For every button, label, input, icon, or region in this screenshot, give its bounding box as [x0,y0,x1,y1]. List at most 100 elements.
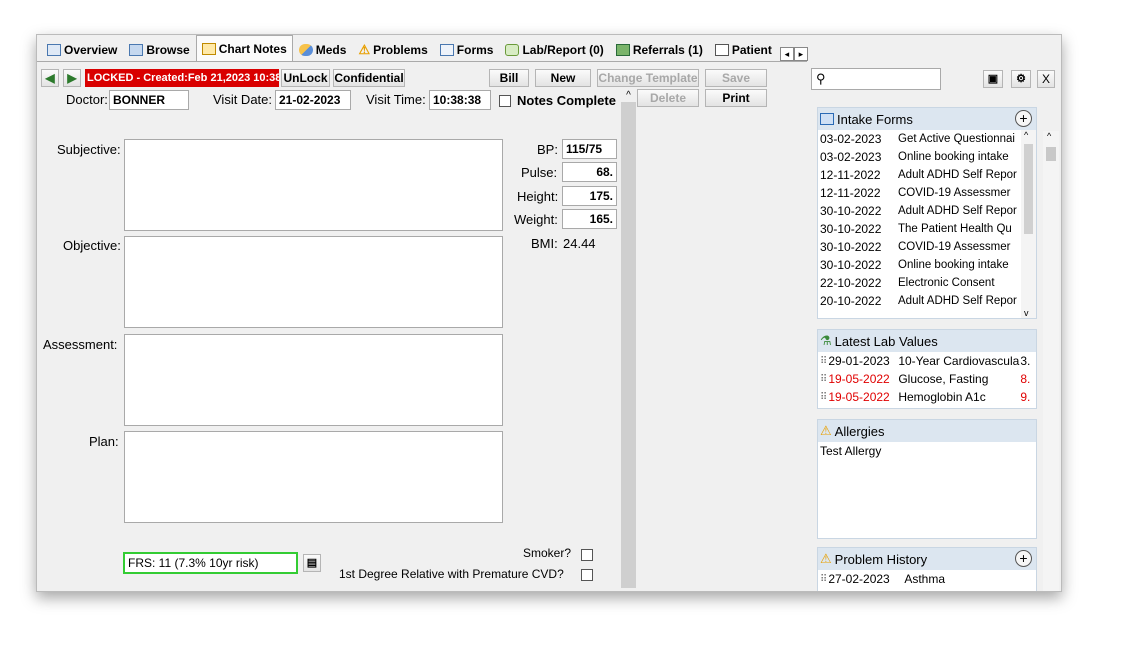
bill-button[interactable]: Bill [489,69,529,87]
tab-label: Forms [456,42,494,57]
intake-scroll-down-icon[interactable]: v [1024,308,1029,318]
tab-referrals[interactable]: Referrals (1) [610,37,709,61]
height-field[interactable]: 175. [562,186,617,206]
intake-form-row[interactable]: 12-11-2022 Adult ADHD Self Repor [818,166,1022,184]
subjective-label: Subjective: [57,142,121,157]
weight-label: Weight: [514,212,558,227]
tab-overview[interactable]: Overview [41,37,123,61]
intake-form-row[interactable]: 30-10-2022 Adult ADHD Self Repor [818,202,1022,220]
browse-icon [129,43,144,56]
previous-note-button[interactable]: ◀ [41,69,59,87]
close-sidebar-button[interactable]: X [1037,70,1055,88]
tab-scroll-right-icon[interactable]: ▸ [793,47,808,61]
tab-lab[interactable]: Lab/Report (0) [499,37,609,61]
chart-notes-icon [201,42,216,55]
confidential-button[interactable]: Confidential [333,69,405,87]
tab-patient[interactable]: Patient [709,37,778,61]
flask-icon: ⚗ [820,333,832,348]
sidebar-search-input[interactable]: ⚲ [811,68,941,90]
intake-form-name: Online booking intake [898,259,1009,271]
tab-browse[interactable]: Browse [123,37,195,61]
warning-icon: ⚠ [820,423,832,438]
allergy-row[interactable]: Test Allergy [818,442,1036,460]
height-label: Height: [517,189,559,204]
gear-icon[interactable]: ⚙ [1011,70,1031,88]
intake-scroll-up-icon[interactable]: ^ [1024,130,1028,140]
tab-scroll-left-icon[interactable]: ◂ [779,47,794,61]
sidebar-scroll-up-icon[interactable]: ^ [1047,131,1051,141]
frs-details-icon[interactable]: ▤ [303,554,321,572]
subjective-textarea[interactable] [124,139,503,231]
change-template-button[interactable]: Change Template [597,69,699,87]
lab-value-row[interactable]: ⠿ 19-05-2022 Hemoglobin A1c 9. [818,388,1036,406]
intake-form-row[interactable]: 12-11-2022 COVID-19 Assessmer [818,184,1022,202]
allergies-title: Allergies [834,423,885,439]
intake-form-row[interactable]: 30-10-2022 COVID-19 Assessmer [818,238,1022,256]
lab-name: Hemoglobin A1c [898,390,986,404]
lab-values-title: Latest Lab Values [834,333,938,349]
sidebar-scrollbar[interactable]: ^ [1043,131,1059,591]
intake-form-row[interactable]: 22-10-2022 Electronic Consent [818,274,1022,292]
plan-textarea[interactable] [124,431,503,523]
doctor-field[interactable]: BONNER [109,90,189,110]
intake-form-date: 12-11-2022 [820,168,881,182]
intake-form-row[interactable]: 30-10-2022 The Patient Health Qu [818,220,1022,238]
visit-time-field[interactable]: 10:38:38 [429,90,491,110]
next-note-button[interactable]: ▶ [63,69,81,87]
save-button[interactable]: Save [705,69,767,87]
add-intake-form-button[interactable]: + [1015,110,1032,127]
unlock-button[interactable]: UnLock [281,69,330,87]
new-button[interactable]: New [535,69,591,87]
intake-form-row[interactable]: 03-02-2023 Get Active Questionnai [818,130,1022,148]
delete-button[interactable]: Delete [637,89,699,107]
lab-value-row[interactable]: ⠿ 19-05-2022 Glucose, Fasting 8. [818,370,1036,388]
print-button[interactable]: Print [705,89,767,107]
intake-form-name: Adult ADHD Self Repor [898,205,1017,217]
lab-value: 8. [1020,372,1031,386]
intake-form-row[interactable]: 20-10-2022 Adult ADHD Self Repor [818,292,1022,310]
problem-row[interactable]: ⠿ 27-02-2023 Asthma [818,570,1036,588]
premature-cvd-label: 1st Degree Relative with Premature CVD? [339,567,564,581]
intake-scrollbar[interactable]: ^ v [1021,130,1036,318]
lab-name: 10-Year Cardiovascula [898,354,1020,368]
intake-form-row[interactable]: 30-10-2022 Online booking intake [818,256,1022,274]
smoker-checkbox[interactable] [581,549,593,561]
intake-form-name: COVID-19 Assessmer [898,241,1011,253]
lab-date: 19-05-2022 [828,372,890,386]
intake-form-row[interactable]: 03-02-2023 Online booking intake [818,148,1022,166]
frs-score-field[interactable]: FRS: 11 (7.3% 10yr risk) [123,552,298,574]
lab-value-row[interactable]: ⠿ 29-01-2023 10-Year Cardiovascula 3. [818,352,1036,370]
tab-forms[interactable]: Forms [434,37,500,61]
visit-time-label: Visit Time: [366,92,426,107]
add-problem-button[interactable]: + [1015,550,1032,567]
tab-chart-notes[interactable]: Chart Notes [195,35,293,61]
notes-complete-checkbox[interactable] [499,95,511,107]
tab-warning[interactable]: ⚠ Problems [352,37,433,61]
lab-name: Glucose, Fasting [898,372,989,386]
tab-label: Problems [373,42,428,57]
doctor-label: Doctor: [66,92,108,107]
intake-form-name: Get Active Questionnai [898,133,1015,145]
intake-form-name: COVID-19 Assessmer [898,187,1011,199]
pulse-field[interactable]: 68. [562,162,617,182]
tab-pill[interactable]: Meds [293,37,353,61]
locked-status-badge: LOCKED - Created:Feb 21,2023 10:38 [85,69,279,87]
intake-form-date: 30-10-2022 [820,204,882,218]
search-icon: ⚲ [816,71,826,86]
referrals-icon [615,43,630,56]
problem-name: Asthma [904,572,946,586]
calendar-icon[interactable]: ▣ [983,70,1003,88]
intake-form-date: 03-02-2023 [820,132,882,146]
objective-textarea[interactable] [124,236,503,328]
intake-form-date: 03-02-2023 [820,150,882,164]
bp-field[interactable]: 115/75 [562,139,617,159]
drag-handle-icon: ⠿ [820,373,827,385]
assessment-textarea[interactable] [124,334,503,426]
warning-icon: ⚠ [358,41,371,57]
premature-cvd-checkbox[interactable] [581,569,593,581]
intake-form-date: 22-10-2022 [820,276,882,290]
forms-icon [820,113,834,125]
notes-scrollbar[interactable] [621,102,636,588]
visit-date-field[interactable]: 21-02-2023 [275,90,351,110]
weight-field[interactable]: 165. [562,209,617,229]
